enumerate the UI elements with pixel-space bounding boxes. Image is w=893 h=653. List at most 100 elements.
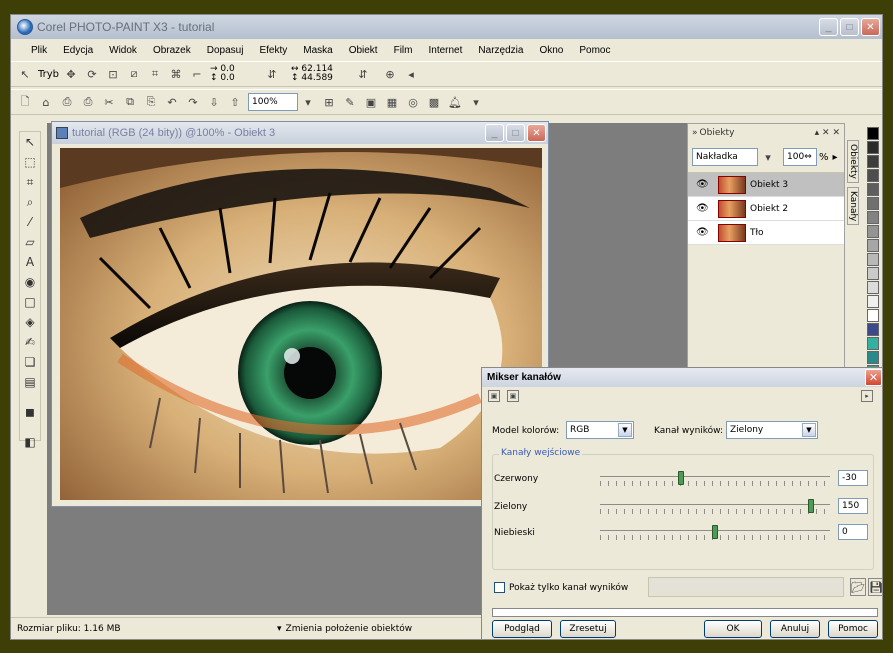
menu-maska[interactable]: Maska	[303, 45, 332, 56]
mask-tool-icon[interactable]: ⬚	[20, 152, 40, 172]
menu-okno[interactable]: Okno	[539, 45, 563, 56]
paste-icon[interactable]: ⎘	[143, 94, 159, 110]
color-swatch-icon[interactable]: ◼	[20, 392, 40, 432]
eye-icon[interactable]: 👁︎	[696, 227, 709, 238]
green-channel-slider[interactable]	[600, 499, 830, 514]
eye-icon[interactable]: 👁︎	[696, 203, 709, 214]
menu-obiekt[interactable]: Obiekt	[349, 45, 378, 56]
color-swatch[interactable]	[867, 211, 879, 224]
menu-internet[interactable]: Internet	[428, 45, 462, 56]
print-icon[interactable]: ⎙	[80, 94, 96, 110]
panel-close-icon[interactable]: ▴ ✕ ✕	[815, 128, 840, 138]
position-fields[interactable]: → 0.0 ↕ 0.0	[210, 65, 254, 83]
import-icon[interactable]: ⇩	[206, 94, 222, 110]
menu-dopasuj[interactable]: Dopasuj	[207, 45, 244, 56]
opacity-field[interactable]: 100 ⇔	[783, 148, 817, 166]
menu-widok[interactable]: Widok	[109, 45, 137, 56]
mask-icon[interactable]: ▣	[363, 94, 379, 110]
color-swatch[interactable]	[867, 337, 879, 350]
split-preview-icon[interactable]: ▣	[507, 390, 519, 402]
undo-icon[interactable]: ↶	[164, 94, 180, 110]
cut-icon[interactable]: ✂	[101, 94, 117, 110]
layer-row[interactable]: 👁︎ Obiekt 3	[688, 173, 844, 197]
maximize-button[interactable]: □	[840, 18, 859, 36]
mask-marquee-icon[interactable]: ▦	[384, 94, 400, 110]
eraser-tool-icon[interactable]: ▱	[20, 232, 40, 252]
rotate-icon[interactable]: ⟳	[84, 66, 100, 82]
red-channel-value[interactable]: -30	[838, 470, 868, 486]
fill-tool-icon[interactable]: ◈	[20, 312, 40, 332]
doc-close-button[interactable]: ✕	[527, 124, 546, 142]
menu-plik[interactable]: Plik	[31, 45, 47, 56]
color-swatch[interactable]	[867, 141, 879, 154]
tab-obiekty[interactable]: Obiekty	[847, 140, 859, 183]
doc-maximize-button[interactable]: □	[506, 124, 525, 142]
zoom-dropdown-icon[interactable]: ▾	[300, 94, 316, 110]
menu-efekty[interactable]: Efekty	[259, 45, 287, 56]
reset-button[interactable]: Zresetuj	[560, 620, 616, 638]
distort-icon[interactable]: ⌗	[147, 66, 163, 82]
tab-kanaly[interactable]: Kanały	[847, 186, 859, 226]
size-spinner-icon[interactable]: ⇵	[349, 66, 377, 82]
swap-colors-icon[interactable]: ◧	[20, 432, 40, 452]
load-preset-icon[interactable]: 📂︎	[850, 578, 866, 596]
redeye-tool-icon[interactable]: ◉	[20, 272, 40, 292]
eye-icon[interactable]: 👁︎	[696, 179, 709, 190]
color-swatch[interactable]	[867, 281, 879, 294]
zoom-tool-icon[interactable]: ⌕	[20, 192, 40, 212]
rectangle-tool-icon[interactable]: □	[20, 292, 40, 312]
image-canvas[interactable]	[60, 148, 542, 500]
color-swatch[interactable]	[867, 169, 879, 182]
save-preset-icon[interactable]: 💾︎	[868, 578, 882, 596]
menu-narzedzia[interactable]: Narzędzia	[478, 45, 523, 56]
color-swatch[interactable]	[867, 323, 879, 336]
skew-icon[interactable]: ⧄	[126, 66, 142, 82]
preview-button[interactable]: Podgląd	[492, 620, 552, 638]
toolbar-options-icon[interactable]: ▾	[468, 94, 484, 110]
blue-channel-value[interactable]: 0	[838, 524, 868, 540]
origin-icon[interactable]: ⌐	[189, 66, 205, 82]
effect-tool-icon[interactable]: ❏	[20, 352, 40, 372]
color-swatch[interactable]	[867, 267, 879, 280]
slider-thumb[interactable]	[678, 471, 684, 485]
export-icon[interactable]: ⇧	[227, 94, 243, 110]
copy-icon[interactable]: ⧉	[122, 94, 138, 110]
menu-edycja[interactable]: Edycja	[63, 45, 93, 56]
zoom-field[interactable]: 100%	[248, 93, 298, 111]
color-swatch[interactable]	[867, 309, 879, 322]
crop-tool-icon[interactable]: ⌗	[20, 172, 40, 192]
color-swatch[interactable]	[867, 225, 879, 238]
corel-launcher-icon[interactable]: ✎	[342, 94, 358, 110]
close-button[interactable]: ✕	[861, 18, 880, 36]
menu-film[interactable]: Film	[394, 45, 413, 56]
color-swatch[interactable]	[867, 239, 879, 252]
blue-channel-slider[interactable]	[600, 525, 830, 540]
color-swatch[interactable]	[867, 155, 879, 168]
preview-mode-icon[interactable]: ▣	[488, 390, 500, 402]
dialog-menu-icon[interactable]: ▸	[861, 390, 873, 402]
apply-icon[interactable]: ◂	[403, 66, 419, 82]
red-channel-slider[interactable]	[600, 471, 830, 486]
layer-row[interactable]: 👁︎ Tło	[688, 221, 844, 245]
pointer-help-icon[interactable]: ↖	[17, 66, 33, 82]
ok-button[interactable]: OK	[704, 620, 762, 638]
status-dropdown-icon[interactable]: ▾	[277, 624, 282, 634]
menu-obrazek[interactable]: Obrazek	[153, 45, 191, 56]
slider-thumb[interactable]	[808, 499, 814, 513]
lock-ratio-icon[interactable]: ⊕	[382, 66, 398, 82]
scan-icon[interactable]: ⎙	[59, 94, 75, 110]
color-swatch[interactable]	[867, 183, 879, 196]
scale-icon[interactable]: ⊡	[105, 66, 121, 82]
position-spinner-icon[interactable]: ⇵	[258, 66, 286, 82]
color-swatch[interactable]	[867, 253, 879, 266]
color-model-select[interactable]: RGB ▼	[566, 421, 634, 439]
pos-y-value[interactable]: 0.0	[220, 73, 234, 83]
height-value[interactable]: 44.589	[301, 73, 333, 83]
color-swatch[interactable]	[867, 351, 879, 364]
pick-tool-icon[interactable]: ↖	[20, 132, 40, 152]
menu-pomoc[interactable]: Pomoc	[579, 45, 610, 56]
color-swatch[interactable]	[867, 295, 879, 308]
paint-tool-icon[interactable]: ✍	[20, 332, 40, 352]
text-tool-icon[interactable]: A	[20, 252, 40, 272]
size-fields[interactable]: ↔ 62.114 ↕ 44.589	[291, 65, 345, 83]
